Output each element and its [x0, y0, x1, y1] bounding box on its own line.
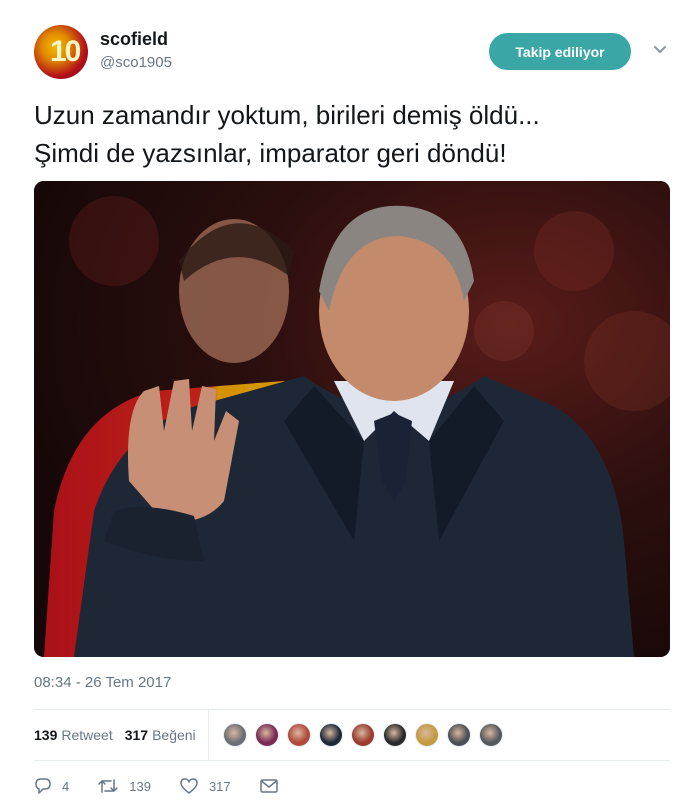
like-action-count: 317 [208, 778, 231, 794]
author-display-name[interactable]: scofield [100, 29, 168, 50]
liker-avatar[interactable] [286, 723, 311, 747]
heart-icon [180, 778, 198, 794]
tweet-text-line-2: Şimdi de yazsınlar, imparator geri döndü… [34, 138, 507, 168]
envelope-icon [259, 779, 278, 793]
liker-avatar[interactable] [254, 723, 279, 747]
reply-button[interactable]: 4 [34, 777, 69, 795]
liker-avatar[interactable] [318, 723, 343, 747]
direct-message-button[interactable] [259, 778, 289, 794]
reply-icon [35, 778, 51, 794]
liker-avatar[interactable] [414, 723, 439, 747]
tweet-header: 10 scofield @sco1905 Takip ediliyor [34, 25, 674, 81]
liker-avatar[interactable] [350, 723, 375, 747]
retweet-stat[interactable]: 139 Retweet [34, 727, 113, 743]
following-button[interactable]: Takip ediliyor [489, 33, 631, 70]
retweet-stat-count: 139 [34, 727, 58, 743]
retweet-stat-label: Retweet [61, 727, 113, 743]
author-handle[interactable]: @sco1905 [100, 54, 172, 71]
tweet-timestamp[interactable]: 08:34 - 26 Tem 2017 [34, 674, 171, 691]
tweet-text: Uzun zamandır yoktum, birileri demiş öld… [34, 96, 674, 172]
tweet-photo[interactable] [34, 181, 670, 657]
liker-avatar[interactable] [478, 723, 503, 747]
like-button[interactable]: 317 [179, 777, 231, 795]
like-stat[interactable]: 317 Beğeni [125, 727, 196, 743]
stats-separator [207, 710, 209, 760]
like-stat-count: 317 [124, 727, 149, 743]
engagement-stats: 139 Retweet 317 Beğeni [34, 710, 670, 760]
liker-avatar[interactable] [222, 723, 247, 747]
reply-count: 4 [62, 778, 70, 794]
chevron-down-icon[interactable] [650, 39, 670, 59]
retweet-button[interactable]: 139 [97, 777, 151, 795]
like-stat-label: Beğeni [152, 727, 196, 743]
tweet-text-line-1: Uzun zamandır yoktum, birileri demiş öld… [34, 100, 540, 130]
liker-avatar[interactable] [446, 723, 471, 747]
author-avatar[interactable]: 10 [34, 25, 88, 79]
liker-avatar[interactable] [382, 723, 407, 747]
retweet-icon [98, 779, 118, 793]
avatar-jersey-number: 10 [50, 35, 81, 68]
divider [34, 760, 670, 761]
retweet-action-count: 139 [129, 778, 151, 794]
liker-avatars [222, 723, 511, 747]
photo-illustration [34, 181, 670, 657]
tweet-actions: 4 139 317 [34, 773, 317, 799]
